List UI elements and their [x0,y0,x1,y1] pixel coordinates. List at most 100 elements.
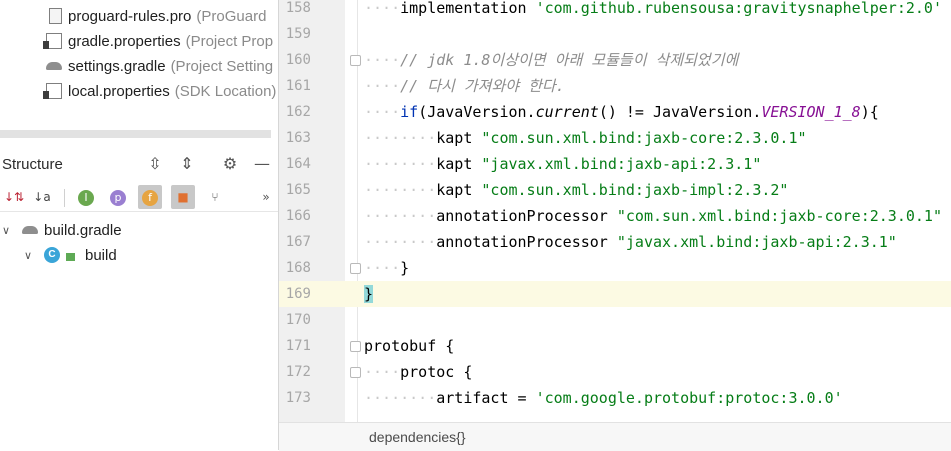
code-token: "com.sun.xml.bind:jaxb-core:2.3.0.1" [481,129,807,147]
structure-header: Structure ⇳ ⇕ ⚙ — [0,150,278,178]
gear-icon[interactable]: ⚙ [220,154,240,174]
project-item-desc: (SDK Location) [174,82,277,100]
code-token: protoc { [400,363,473,381]
fold-marker-icon[interactable] [350,367,361,378]
code-text: ····// jdk 1.8이상이면 아래 모듈들이 삭제되었기에 [364,51,739,69]
line-number: 167 [285,234,311,250]
show-fields-icon[interactable]: f [138,185,162,209]
show-inherited-icon[interactable]: I [74,185,98,209]
code-line[interactable]: 169} [279,281,951,307]
code-token: // jdk 1.8이상이면 아래 모듈들이 삭제되었기에 [400,51,739,69]
code-token: annotationProcessor [436,233,617,251]
code-line[interactable]: 165 ········kapt "com.sun.xml.bind:jaxb-i… [279,177,951,203]
code-line[interactable]: 166 ········annotationProcessor "com.sun.… [279,203,951,229]
code-text: ········kapt "com.sun.xml.bind:jaxb-impl… [364,181,789,199]
matched-brace: } [364,285,374,303]
code-text: protobuf { [364,333,454,359]
sort-alphabetically-icon[interactable]: ↓a [30,185,54,209]
code-token: "javax.xml.bind:jaxb-api:2.3.1" [481,155,762,173]
line-number: 172 [285,364,311,380]
code-line[interactable]: 167 ········annotationProcessor "javax.xm… [279,229,951,255]
code-line[interactable]: 168 ····} [279,255,951,281]
code-line[interactable]: 172 ····protoc { [279,359,951,385]
fold-marker-icon[interactable] [350,341,361,352]
code-editor[interactable]: 158 ····implementation 'com.github.rubens… [279,0,951,422]
project-item[interactable]: gradle.properties (Project Prop [43,29,273,53]
code-text: ····} [364,259,410,277]
sort-by-visibility-icon[interactable]: ↓⇅ [2,185,26,209]
code-text: ········kapt "com.sun.xml.bind:jaxb-core… [364,129,807,147]
gradle-icon [22,222,38,238]
code-text: ········kapt "javax.xml.bind:jaxb-api:2.… [364,155,762,173]
code-token: kapt [436,155,482,173]
code-text: ········annotationProcessor "javax.xml.b… [364,233,897,251]
line-number: 158 [285,0,311,16]
fold-marker-icon[interactable] [350,263,361,274]
code-text: ····protoc { [364,363,473,381]
code-line[interactable]: 159 [279,21,951,47]
show-non-public-icon[interactable]: ■ [171,185,195,209]
code-line[interactable]: 162 ····if(JavaVersion.current() != JavaV… [279,99,951,125]
project-item-name: gradle.properties [68,32,181,50]
line-number: 163 [285,130,311,146]
structure-title: Structure [2,156,63,173]
code-token: kapt [436,181,482,199]
code-line[interactable]: 163 ········kapt "com.sun.xml.bind:jaxb-c… [279,125,951,151]
code-line[interactable]: 160 ····// jdk 1.8이상이면 아래 모듈들이 삭제되었기에 [279,47,951,73]
collapse-all-icon[interactable]: ⇕ [177,154,197,174]
tree-node-build-gradle[interactable]: ∨ build.gradle [2,218,122,242]
code-token: "com.sun.xml.bind:jaxb-core:2.3.0.1" [616,207,942,225]
code-line[interactable]: 171 protobuf { [279,333,951,359]
project-item[interactable]: settings.gradle (Project Setting [46,54,273,78]
line-number: 171 [285,338,311,354]
unlock-icon [66,253,75,261]
breadcrumb-item[interactable]: dependencies{} [369,429,466,445]
project-item-name: local.properties [68,82,170,100]
chevron-down-icon[interactable]: ∨ [24,249,38,262]
code-line[interactable]: 161 ····// 다시 가져와야 한다. [279,73,951,99]
code-line[interactable]: 173 ········artifact = 'com.google.protob… [279,385,951,411]
line-number: 159 [285,26,311,42]
line-number: 169 [285,286,311,302]
horizontal-scrollbar[interactable] [0,130,271,138]
chevron-down-icon[interactable]: ∨ [2,224,16,237]
project-item[interactable]: proguard-rules.pro (ProGuard [46,4,266,28]
code-token: 'com.github.rubensousa:gravitysnaphelper… [535,0,942,17]
code-text: ····if(JavaVersion.current() != JavaVers… [364,103,879,121]
breadcrumb[interactable]: dependencies{} [279,422,951,451]
tree-node-label: build.gradle [44,221,122,239]
autoscroll-icon[interactable]: ⑂ [203,185,227,209]
toolbar-separator [64,189,65,207]
code-token: // 다시 가져와야 한다. [400,77,565,95]
code-token: current [535,103,599,121]
code-token: if [400,103,419,121]
more-icon[interactable]: » [254,185,278,209]
code-text: ····implementation 'com.github.rubensous… [364,0,942,17]
line-number: 168 [285,260,311,276]
tree-node-build[interactable]: ∨ C build [24,243,117,267]
code-token: "com.sun.xml.bind:jaxb-impl:2.3.2" [481,181,789,199]
code-token: protobuf { [364,337,455,355]
properties-icon [43,33,62,49]
fold-marker-icon[interactable] [350,55,361,66]
code-token: (JavaVersion. [418,103,536,121]
left-panel: proguard-rules.pro (ProGuard gradle.proper… [0,0,279,450]
file-icon [49,8,62,24]
show-properties-icon[interactable]: p [106,185,130,209]
structure-toolbar: ↓⇅ ↓a I p f ■ ⑂ » [0,183,278,212]
code-token: () != JavaVersion. [598,103,762,121]
code-line[interactable]: 170 [279,307,951,333]
line-number: 164 [285,156,311,172]
code-line[interactable]: 158 ····implementation 'com.github.rubens… [279,0,951,21]
project-item[interactable]: local.properties (SDK Location) [43,79,277,103]
line-number: 165 [285,182,311,198]
project-item-desc: (Project Setting [170,57,274,75]
code-token: implementation [400,0,536,17]
expand-all-icon[interactable]: ⇳ [145,154,165,174]
code-line[interactable]: 164 ········kapt "javax.xml.bind:jaxb-api… [279,151,951,177]
code-token: } [400,259,410,277]
code-text: ········artifact = 'com.google.protobuf:… [364,389,843,407]
code-token: kapt [436,129,482,147]
minimize-icon[interactable]: — [252,154,272,174]
line-number: 162 [285,104,311,120]
